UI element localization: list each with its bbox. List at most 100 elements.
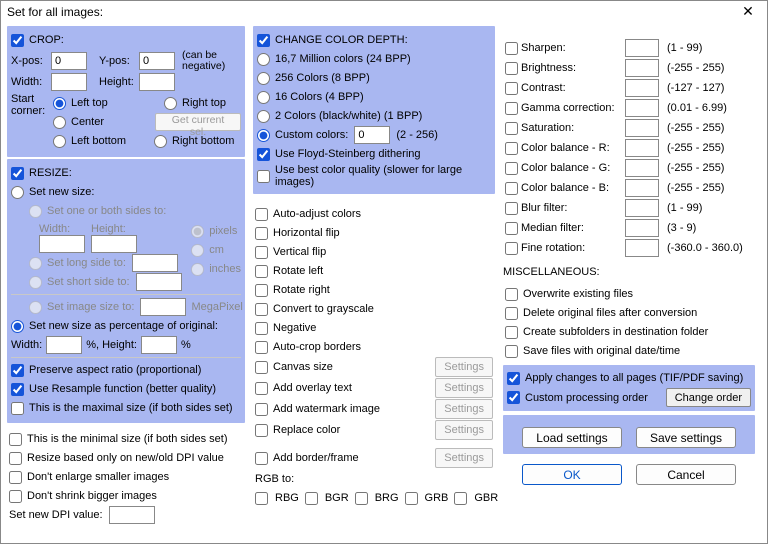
allpages-checkbox[interactable] bbox=[507, 372, 520, 385]
brg-checkbox[interactable] bbox=[355, 492, 368, 505]
subfolders-checkbox[interactable] bbox=[505, 326, 518, 339]
finerot-checkbox[interactable] bbox=[505, 242, 518, 255]
oneorboth-radio[interactable] bbox=[29, 205, 42, 218]
short-radio[interactable] bbox=[29, 276, 42, 289]
crop-width-input[interactable] bbox=[51, 73, 87, 91]
delete-checkbox[interactable] bbox=[505, 307, 518, 320]
save-settings-button[interactable]: Save settings bbox=[636, 427, 736, 448]
unit-cm-radio[interactable] bbox=[191, 244, 204, 257]
short-input[interactable] bbox=[136, 273, 182, 291]
custom-radio[interactable] bbox=[257, 129, 270, 142]
c256-radio[interactable] bbox=[257, 72, 270, 85]
long-input[interactable] bbox=[132, 254, 178, 272]
c2-radio[interactable] bbox=[257, 110, 270, 123]
gamma-input[interactable] bbox=[625, 99, 659, 117]
resize-checkbox[interactable] bbox=[11, 167, 24, 180]
rotl-checkbox[interactable] bbox=[255, 265, 268, 278]
border-checkbox[interactable] bbox=[255, 452, 268, 465]
load-settings-button[interactable]: Load settings bbox=[522, 427, 622, 448]
median-checkbox[interactable] bbox=[505, 222, 518, 235]
autocrop-checkbox[interactable] bbox=[255, 341, 268, 354]
order-checkbox[interactable] bbox=[507, 391, 520, 404]
hflip-checkbox[interactable] bbox=[255, 227, 268, 240]
xpos-input[interactable] bbox=[51, 52, 87, 70]
pct-h-input[interactable] bbox=[141, 336, 177, 354]
get-selection-button[interactable]: Get current sel. bbox=[155, 113, 241, 131]
aspect-checkbox[interactable] bbox=[11, 364, 24, 377]
wm-settings-button[interactable]: Settings bbox=[435, 399, 493, 419]
cancel-button[interactable]: Cancel bbox=[636, 464, 736, 485]
blur-input[interactable] bbox=[625, 199, 659, 217]
corner-lb-radio[interactable] bbox=[53, 135, 66, 148]
pct-radio[interactable] bbox=[11, 320, 24, 333]
pct-w-input[interactable] bbox=[46, 336, 82, 354]
sat-checkbox[interactable] bbox=[505, 122, 518, 135]
autoadj-checkbox[interactable] bbox=[255, 208, 268, 221]
wm-checkbox[interactable] bbox=[255, 403, 268, 416]
ok-button[interactable]: OK bbox=[522, 464, 622, 485]
change-order-button[interactable]: Change order bbox=[666, 388, 751, 407]
gbr-checkbox[interactable] bbox=[454, 492, 467, 505]
replace-settings-button[interactable]: Settings bbox=[435, 420, 493, 440]
sat-input[interactable] bbox=[625, 119, 659, 137]
cbg-input[interactable] bbox=[625, 159, 659, 177]
contrast-input[interactable] bbox=[625, 79, 659, 97]
crop-height-input[interactable] bbox=[139, 73, 175, 91]
overwrite-checkbox[interactable] bbox=[505, 288, 518, 301]
close-icon[interactable]: ✕ bbox=[729, 1, 767, 22]
cbg-checkbox[interactable] bbox=[505, 162, 518, 175]
dpi-based-checkbox[interactable] bbox=[9, 452, 22, 465]
bright-checkbox[interactable] bbox=[505, 62, 518, 75]
rsz-height-input[interactable] bbox=[91, 235, 137, 253]
canvas-settings-button[interactable]: Settings bbox=[435, 357, 493, 377]
unit-in-radio[interactable] bbox=[191, 263, 204, 276]
bgr-checkbox[interactable] bbox=[305, 492, 318, 505]
corner-rb-radio[interactable] bbox=[154, 135, 167, 148]
overlay-settings-button[interactable]: Settings bbox=[435, 378, 493, 398]
corner-rt-radio[interactable] bbox=[164, 97, 177, 110]
replace-checkbox[interactable] bbox=[255, 424, 268, 437]
c167m-radio[interactable] bbox=[257, 53, 270, 66]
noshrink-checkbox[interactable] bbox=[9, 490, 22, 503]
dpi-input[interactable] bbox=[109, 506, 155, 524]
resample-checkbox[interactable] bbox=[11, 383, 24, 396]
origdate-checkbox[interactable] bbox=[505, 345, 518, 358]
ypos-input[interactable] bbox=[139, 52, 175, 70]
newsize-radio[interactable] bbox=[11, 186, 24, 199]
c16-radio[interactable] bbox=[257, 91, 270, 104]
imgsize-input[interactable] bbox=[140, 298, 186, 316]
rsz-width-input[interactable] bbox=[39, 235, 85, 253]
corner-c-radio[interactable] bbox=[53, 116, 66, 129]
cbr-checkbox[interactable] bbox=[505, 142, 518, 155]
border-settings-button[interactable]: Settings bbox=[435, 448, 493, 468]
gamma-checkbox[interactable] bbox=[505, 102, 518, 115]
dither-checkbox[interactable] bbox=[257, 148, 270, 161]
cbb-input[interactable] bbox=[625, 179, 659, 197]
rbg-checkbox[interactable] bbox=[255, 492, 268, 505]
cbb-checkbox[interactable] bbox=[505, 182, 518, 195]
corner-lt-radio[interactable] bbox=[53, 97, 66, 110]
gray-checkbox[interactable] bbox=[255, 303, 268, 316]
max-checkbox[interactable] bbox=[11, 402, 24, 415]
contrast-checkbox[interactable] bbox=[505, 82, 518, 95]
long-radio[interactable] bbox=[29, 257, 42, 270]
best-checkbox[interactable] bbox=[257, 170, 270, 183]
canvas-checkbox[interactable] bbox=[255, 361, 268, 374]
sharpen-input[interactable] bbox=[625, 39, 659, 57]
cbr-input[interactable] bbox=[625, 139, 659, 157]
grb-checkbox[interactable] bbox=[405, 492, 418, 505]
depth-checkbox[interactable] bbox=[257, 34, 270, 47]
rotr-checkbox[interactable] bbox=[255, 284, 268, 297]
overlay-checkbox[interactable] bbox=[255, 382, 268, 395]
custom-input[interactable] bbox=[354, 126, 390, 144]
median-input[interactable] bbox=[625, 219, 659, 237]
min-checkbox[interactable] bbox=[9, 433, 22, 446]
crop-checkbox[interactable] bbox=[11, 34, 24, 47]
noenlarge-checkbox[interactable] bbox=[9, 471, 22, 484]
imgsize-radio[interactable] bbox=[29, 301, 42, 314]
unit-px-radio[interactable] bbox=[191, 225, 204, 238]
finerot-input[interactable] bbox=[625, 239, 659, 257]
blur-checkbox[interactable] bbox=[505, 202, 518, 215]
neg-checkbox[interactable] bbox=[255, 322, 268, 335]
bright-input[interactable] bbox=[625, 59, 659, 77]
